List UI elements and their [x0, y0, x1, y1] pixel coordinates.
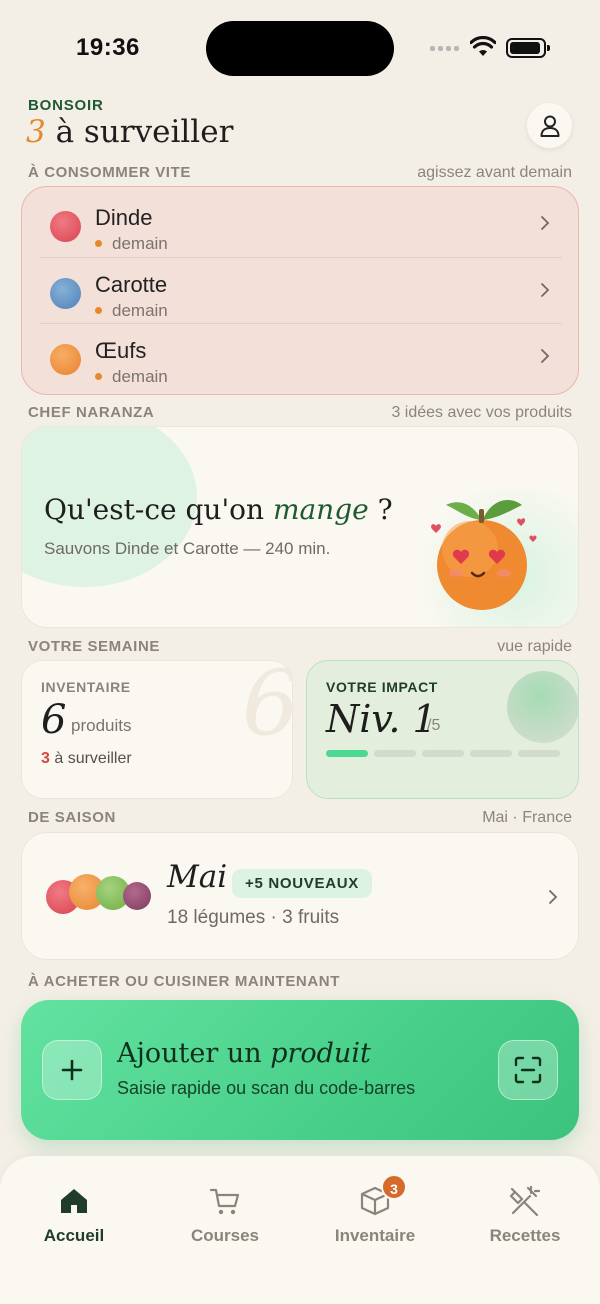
inventory-watch: 3 à surveiller [41, 750, 132, 768]
status-bar: 19:36 [0, 0, 600, 96]
urgent-list: Dinde demain Carotte demain Œufs demain [21, 186, 579, 395]
season-new-badge: +5 NOUVEAUX [232, 869, 372, 898]
tab-recettes[interactable]: Recettes [455, 1184, 595, 1246]
orange-mascot-icon [431, 500, 537, 610]
inventory-badge: 3 [381, 1174, 407, 1200]
chevron-right-icon [541, 283, 550, 297]
section-label-week: VOTRE SEMAINE [28, 638, 160, 655]
scan-barcode-button[interactable] [498, 1040, 558, 1100]
section-meta-week: vue rapide [497, 638, 572, 655]
impact-level-max: /5 [427, 717, 441, 734]
section-label-season: DE SAISON [28, 809, 116, 826]
chef-title: Qu'est-ce qu'on mange ? [44, 493, 393, 526]
inventory-watch-count: 3 [41, 750, 50, 767]
season-card[interactable]: Mai +5 NOUVEAUX 18 légumes · 3 fruits [21, 832, 579, 960]
tab-label: Accueil [43, 1226, 105, 1245]
tab-icon-wrap [155, 1184, 295, 1218]
home-icon [61, 1189, 87, 1213]
tab-accueil[interactable]: Accueil [4, 1184, 144, 1246]
chef-title-start: Qu'est-ce qu'on [44, 493, 273, 526]
cellular-signal-icon [430, 46, 459, 51]
urgent-item-oeufs[interactable]: Œufs demain [40, 323, 562, 389]
section-meta-season: Mai · France [482, 809, 572, 826]
chef-suggestion-card[interactable]: Qu'est-ce qu'on mange ? Sauvons Dinde et… [21, 426, 579, 628]
battery-icon [506, 38, 550, 58]
decor-blob [507, 671, 578, 743]
watch-count: 3 [26, 114, 46, 150]
urgent-item-dinde[interactable]: Dinde demain [40, 191, 562, 257]
impact-kicker: VOTRE IMPACT [326, 679, 438, 695]
product-color-dot [50, 211, 81, 242]
tab-courses[interactable]: Courses [155, 1184, 295, 1246]
section-label-action: À ACHETER OU CUISINER MAINTENANT [28, 973, 340, 990]
impact-level: Niv. 1 [326, 697, 437, 741]
progress-segment [518, 750, 560, 757]
inventory-summary-card[interactable]: 6 INVENTAIRE 6 produits 3 à surveiller [21, 660, 293, 799]
inventory-count: 6 [41, 697, 67, 743]
inventory-kicker: INVENTAIRE [41, 679, 131, 695]
produce-dot [123, 882, 151, 910]
add-button[interactable] [42, 1040, 102, 1100]
product-expiry: demain [112, 234, 168, 253]
impact-progress [326, 750, 560, 757]
product-expiry: demain [112, 367, 168, 386]
impact-summary-card[interactable]: VOTRE IMPACT Niv. 1 /5 [306, 660, 579, 799]
scan-icon [514, 1056, 542, 1084]
section-label-chef: CHEF NARANZA [28, 404, 155, 421]
profile-button[interactable] [527, 103, 572, 148]
add-title-start: Ajouter un [117, 1038, 271, 1069]
tab-bar: Accueil Courses 3 Inventaire Recettes [0, 1156, 600, 1304]
tab-icon-wrap: 3 [305, 1174, 445, 1218]
chef-subtitle: Sauvons Dinde et Carotte — 240 min. [44, 539, 331, 558]
progress-segment [422, 750, 464, 757]
tab-inventaire[interactable]: 3 Inventaire [305, 1174, 445, 1246]
tab-label: Recettes [489, 1226, 561, 1245]
product-name: Dinde [95, 205, 153, 230]
wifi-icon [470, 36, 496, 56]
status-dot [95, 373, 102, 380]
tab-label: Inventaire [334, 1226, 416, 1245]
progress-segment [470, 750, 512, 757]
add-product-subtitle: Saisie rapide ou scan du code-barres [117, 1078, 416, 1098]
tab-label: Courses [190, 1226, 260, 1245]
status-dot [95, 307, 102, 314]
status-time: 19:36 [76, 34, 140, 61]
chevron-right-icon [541, 349, 550, 363]
product-color-dot [50, 278, 81, 309]
greeting: BONSOIR [28, 97, 104, 114]
add-product-title: Ajouter un produit [117, 1038, 371, 1069]
section-meta-chef: 3 idées avec vos produits [391, 404, 572, 421]
progress-segment [374, 750, 416, 757]
user-icon [540, 115, 559, 137]
add-title-emphasis: produit [270, 1038, 371, 1069]
progress-segment [326, 750, 368, 757]
chevron-right-icon [549, 890, 558, 904]
chef-title-emphasis: mange [272, 493, 369, 526]
product-color-dot [50, 344, 81, 375]
section-meta-urgent: agissez avant demain [417, 164, 572, 181]
product-name: Carotte [95, 272, 168, 297]
product-name: Œufs [95, 338, 147, 363]
season-subtitle: 18 légumes · 3 fruits [167, 907, 340, 928]
page-title: 3 à surveiller [26, 114, 233, 150]
chef-title-end: ? [368, 493, 393, 526]
watch-text: à surveiller [45, 114, 234, 150]
section-label-urgent: À CONSOMMER VITE [28, 164, 191, 181]
add-product-card[interactable]: Ajouter un produit Saisie rapide ou scan… [21, 1000, 579, 1140]
inventory-watermark: 6 [242, 661, 292, 756]
status-dot [95, 240, 102, 247]
urgent-item-carotte[interactable]: Carotte demain [40, 257, 562, 323]
utensils-icon [509, 1185, 541, 1217]
tab-icon-wrap [455, 1184, 595, 1218]
chevron-right-icon [541, 216, 550, 230]
inventory-unit: produits [71, 716, 132, 735]
dynamic-island [206, 21, 394, 76]
tab-icon-wrap [4, 1184, 144, 1218]
inventory-watch-text: à surveiller [49, 750, 132, 767]
product-expiry: demain [112, 301, 168, 320]
season-month: Mai [167, 859, 228, 895]
plus-icon [61, 1059, 83, 1081]
cart-icon [209, 1188, 240, 1215]
